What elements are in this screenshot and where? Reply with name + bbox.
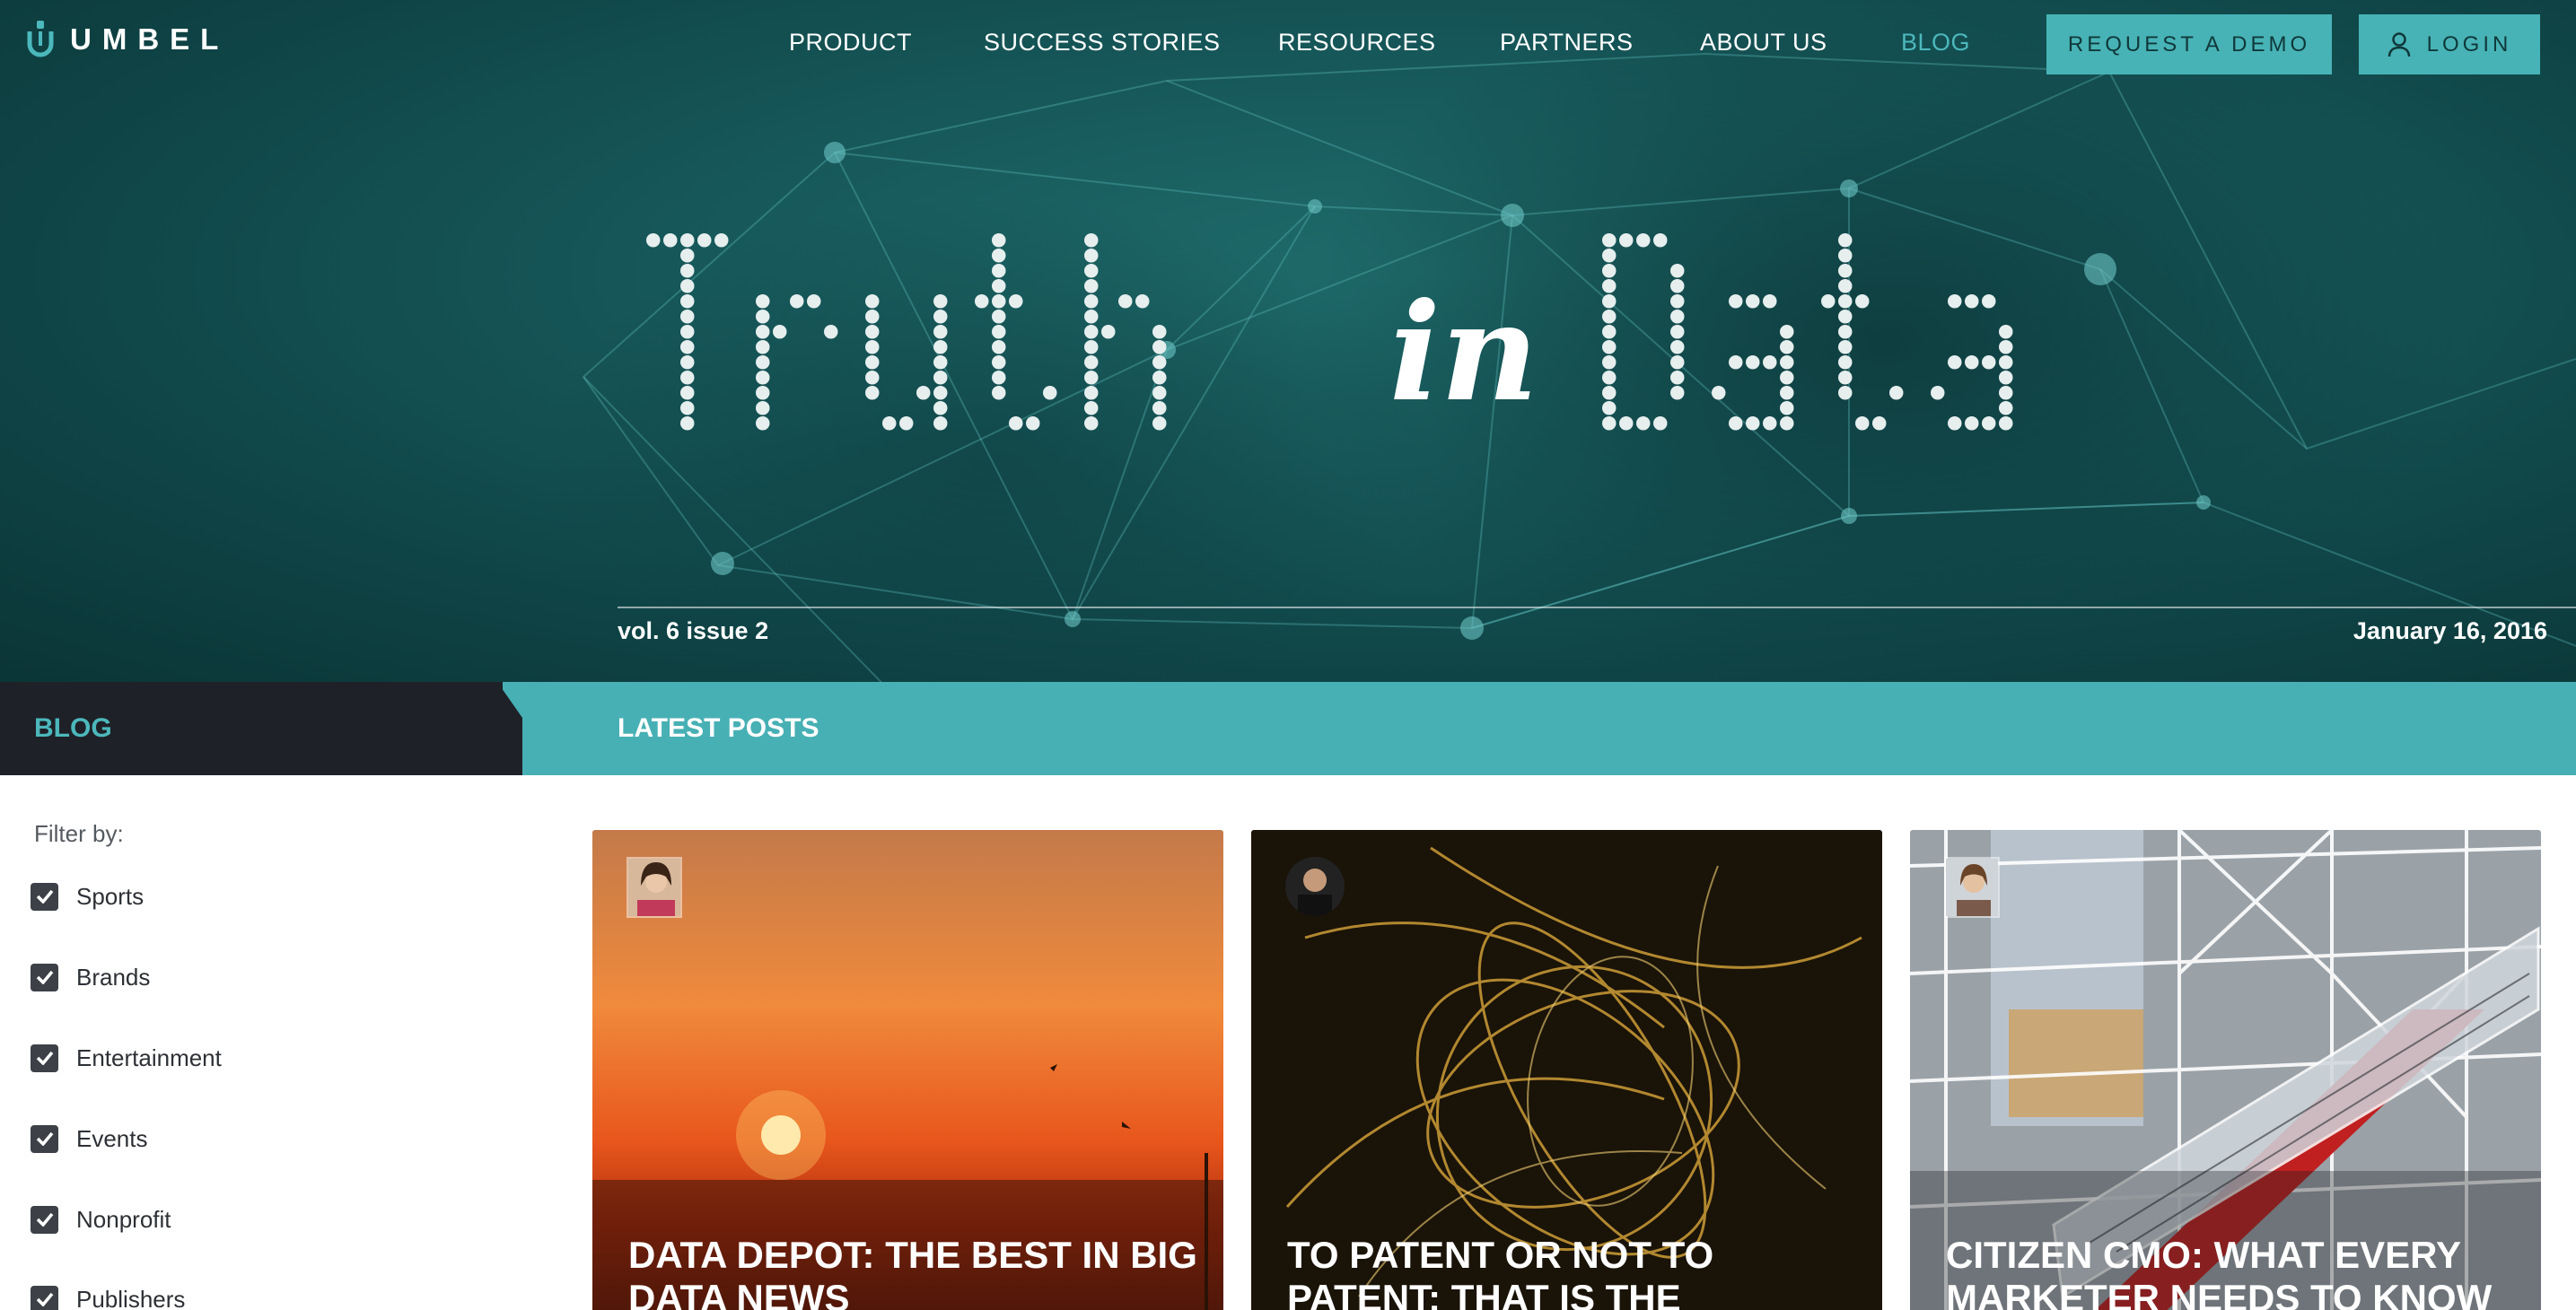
nav-link-about-us[interactable]: ABOUT US bbox=[1700, 29, 1827, 59]
dot-word-data bbox=[1602, 233, 2013, 431]
issue-date: January 16, 2016 bbox=[2353, 617, 2547, 644]
latest-posts-label: LATEST POSTS bbox=[618, 713, 819, 743]
author-avatar bbox=[626, 857, 682, 918]
checkbox-checked-icon[interactable] bbox=[31, 1205, 58, 1234]
umbel-logo-icon bbox=[27, 21, 54, 57]
filter-label: Brands bbox=[76, 963, 151, 991]
author-avatar bbox=[1944, 857, 2000, 918]
hero-title-truth-in-data: in bbox=[628, 215, 2208, 458]
post-title[interactable]: TO PATENT OR NOT TO PATENT: THAT IS THE bbox=[1287, 1234, 1862, 1310]
filter-label: Entertainment bbox=[76, 1044, 222, 1071]
checkbox-checked-icon[interactable] bbox=[31, 1124, 58, 1153]
post-title[interactable]: CITIZEN CMO: WHAT EVERY MARKETER NEEDS T… bbox=[1946, 1234, 2520, 1310]
post-card[interactable]: CITIZEN CMO: WHAT EVERY MARKETER NEEDS T… bbox=[1910, 830, 2541, 1310]
login-label: LOGIN bbox=[2426, 31, 2512, 57]
nav-link-product[interactable]: PRODUCT bbox=[789, 29, 912, 59]
hero-banner: in vol. 6 issue 2 January 16, 2016 bbox=[0, 0, 2576, 682]
dot-matrix-title: in bbox=[646, 233, 2013, 432]
checkbox-checked-icon[interactable] bbox=[31, 1044, 58, 1072]
user-icon bbox=[2388, 31, 2410, 57]
top-navigation: UMBEL PRODUCT SUCCESS STORIES RESOURCES … bbox=[0, 0, 2576, 86]
filter-title: Filter by: bbox=[34, 820, 124, 847]
nav-link-partners[interactable]: PARTNERS bbox=[1500, 29, 1634, 59]
filter-nonprofit[interactable]: Nonprofit bbox=[31, 1201, 171, 1237]
filter-label: Publishers bbox=[76, 1285, 186, 1310]
post-title[interactable]: DATA DEPOT: THE BEST IN BIG DATA NEWS bbox=[628, 1234, 1203, 1310]
filter-sports[interactable]: Sports bbox=[31, 878, 144, 914]
post-card[interactable]: TO PATENT OR NOT TO PATENT: THAT IS THE bbox=[1251, 830, 1882, 1310]
nav-link-blog[interactable]: BLOG bbox=[1901, 29, 1970, 59]
nav-link-success-stories[interactable]: SUCCESS STORIES bbox=[984, 29, 1221, 59]
request-demo-button[interactable]: REQUEST A DEMO bbox=[2046, 14, 2332, 74]
filter-label: Events bbox=[76, 1124, 148, 1152]
filter-label: Nonprofit bbox=[76, 1205, 171, 1233]
filter-publishers[interactable]: Publishers bbox=[31, 1281, 185, 1310]
filter-label: Sports bbox=[76, 882, 145, 910]
checkbox-checked-icon[interactable] bbox=[31, 882, 58, 911]
nav-link-resources[interactable]: RESOURCES bbox=[1278, 29, 1436, 59]
login-button[interactable]: LOGIN bbox=[2359, 14, 2540, 74]
brand-logo[interactable]: UMBEL bbox=[27, 20, 229, 59]
filter-events[interactable]: Events bbox=[31, 1121, 148, 1157]
issue-number: vol. 6 issue 2 bbox=[618, 617, 769, 644]
post-card[interactable]: DATA DEPOT: THE BEST IN BIG DATA NEWS bbox=[592, 830, 1223, 1310]
author-avatar bbox=[1285, 857, 1345, 916]
brand-name: UMBEL bbox=[70, 22, 230, 56]
hero-divider bbox=[618, 607, 2576, 608]
title-word-in: in bbox=[1389, 274, 1538, 432]
checkbox-checked-icon[interactable] bbox=[31, 1285, 58, 1310]
filter-entertainment[interactable]: Entertainment bbox=[31, 1040, 222, 1076]
filter-brands[interactable]: Brands bbox=[31, 959, 150, 995]
blog-section-label: BLOG bbox=[34, 713, 112, 743]
dot-word-truth bbox=[646, 233, 1167, 431]
checkbox-checked-icon[interactable] bbox=[31, 963, 58, 991]
